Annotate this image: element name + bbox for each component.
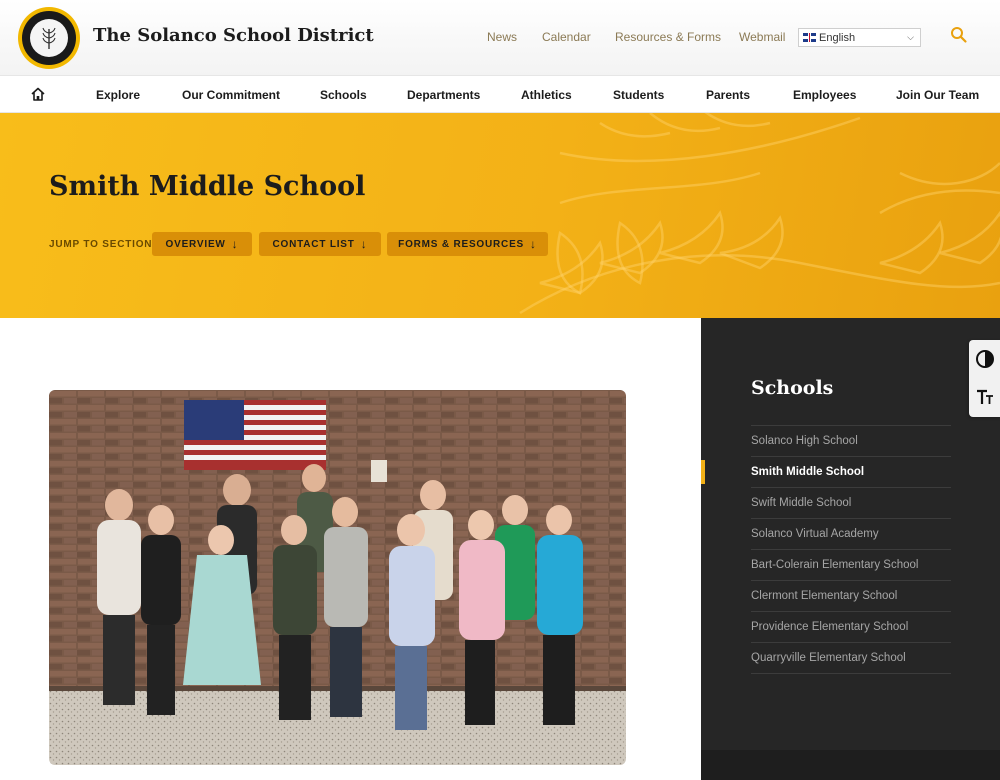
sidebar-item-swift-middle-school[interactable]: Swift Middle School (751, 488, 951, 519)
sidebar-item-smith-middle-school[interactable]: Smith Middle School (751, 457, 951, 488)
text-size-icon (977, 389, 993, 404)
jump-forms-resources-button[interactable]: FORMS & RESOURCES ↓ (387, 232, 548, 256)
hero-banner: Smith Middle School JUMP TO SECTION: OVE… (0, 113, 1000, 318)
nav-employees[interactable]: Employees (793, 88, 856, 102)
sidebar-item-clermont-elementary[interactable]: Clermont Elementary School (751, 581, 951, 612)
schools-sidebar: Schools Solanco High School Smith Middle… (701, 318, 1000, 780)
nav-athletics[interactable]: Athletics (521, 88, 572, 102)
news-link[interactable]: News (487, 30, 517, 44)
sidebar-item-bart-colerain-elementary[interactable]: Bart-Colerain Elementary School (751, 550, 951, 581)
webmail-link[interactable]: Webmail (739, 30, 785, 44)
group-photo-illustration (49, 390, 626, 765)
contrast-toggle-button[interactable] (974, 348, 996, 370)
language-select[interactable]: English ⌵ (798, 28, 921, 47)
nav-explore[interactable]: Explore (96, 88, 140, 102)
sidebar-title: Schools (751, 377, 834, 399)
wheat-pattern-decoration (519, 113, 1000, 315)
nav-join-our-team[interactable]: Join Our Team (896, 88, 979, 102)
sidebar-item-solanco-high-school[interactable]: Solanco High School (751, 426, 951, 457)
nav-schools[interactable]: Schools (320, 88, 367, 102)
language-value: English (819, 31, 856, 44)
page-title: Smith Middle School (49, 171, 366, 202)
schools-list: Solanco High School Smith Middle School … (751, 425, 951, 674)
search-icon (951, 27, 967, 43)
sidebar-footer-band (701, 750, 1000, 780)
arrow-down-icon: ↓ (360, 237, 368, 251)
jump-forms-resources-label: FORMS & RESOURCES (398, 238, 525, 250)
arrow-down-icon: ↓ (231, 237, 239, 251)
nav-parents[interactable]: Parents (706, 88, 750, 102)
jump-contact-list-button[interactable]: CONTACT LIST ↓ (259, 232, 381, 256)
district-name[interactable]: The Solanco School District (93, 25, 374, 46)
jump-overview-label: OVERVIEW (165, 238, 226, 250)
contrast-icon (976, 350, 994, 368)
nav-students[interactable]: Students (613, 88, 664, 102)
sidebar-item-quarryville-elementary[interactable]: Quarryville Elementary School (751, 643, 951, 674)
uk-flag-icon (803, 33, 816, 42)
jump-contact-list-label: CONTACT LIST (272, 238, 355, 250)
chevron-down-icon: ⌵ (907, 32, 914, 42)
wheat-icon (42, 27, 56, 49)
active-item-marker (701, 460, 705, 484)
students-photo (49, 390, 626, 765)
accessibility-toolbar (969, 340, 1000, 417)
jump-to-section-label: JUMP TO SECTION: (49, 239, 157, 250)
sidebar-item-providence-elementary[interactable]: Providence Elementary School (751, 612, 951, 643)
resources-forms-link[interactable]: Resources & Forms (615, 30, 721, 44)
district-seal-logo[interactable] (18, 7, 80, 69)
nav-departments[interactable]: Departments (407, 88, 480, 102)
jump-overview-button[interactable]: OVERVIEW ↓ (152, 232, 252, 256)
sidebar-item-solanco-virtual-academy[interactable]: Solanco Virtual Academy (751, 519, 951, 550)
search-button[interactable] (950, 26, 970, 46)
main-navigation: Explore Our Commitment Schools Departmen… (0, 75, 1000, 113)
calendar-link[interactable]: Calendar (542, 30, 591, 44)
site-header: The Solanco School District News Calenda… (0, 0, 1000, 75)
nav-our-commitment[interactable]: Our Commitment (182, 88, 280, 102)
text-size-button[interactable] (974, 386, 996, 408)
home-button[interactable] (30, 86, 46, 102)
arrow-down-icon: ↓ (530, 237, 537, 251)
home-icon (31, 87, 45, 101)
